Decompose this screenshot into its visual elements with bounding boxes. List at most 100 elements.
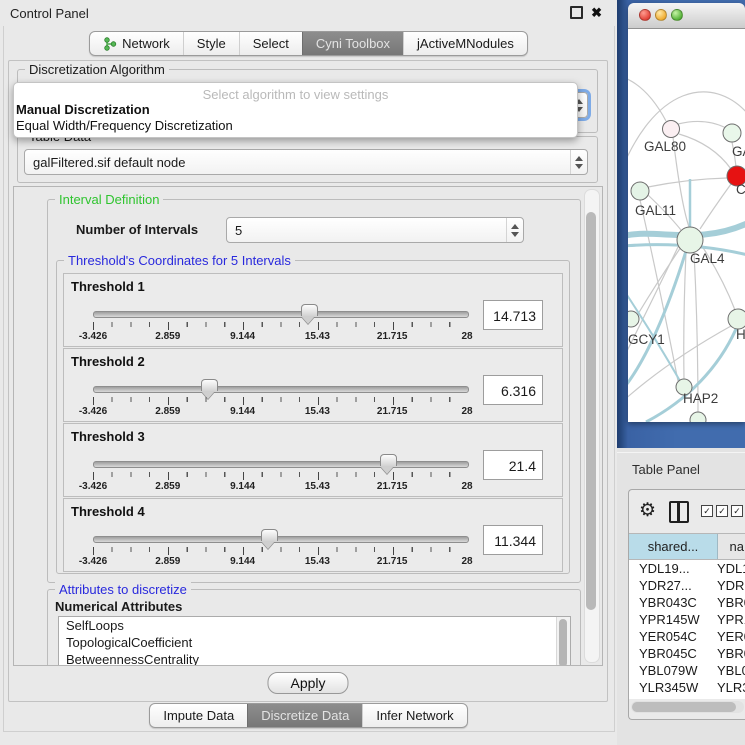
zoom-traffic-light-icon[interactable]: [671, 9, 683, 21]
node-label-gal4: GAL4: [690, 251, 725, 266]
tab-network[interactable]: Network: [90, 32, 183, 55]
list-item[interactable]: TopologicalCoefficient: [59, 634, 570, 651]
apply-button[interactable]: Apply: [267, 672, 348, 694]
network-window-titlebar[interactable]: [628, 3, 745, 29]
gear-icon[interactable]: ⚙: [639, 501, 656, 520]
list-item[interactable]: BetweennessCentrality: [59, 651, 570, 666]
combo-stepper[interactable]: [570, 150, 587, 174]
node-label-partial: C: [736, 182, 745, 197]
tab-impute-data[interactable]: Impute Data: [150, 704, 247, 727]
threshold-value-field[interactable]: 6.316: [483, 375, 543, 405]
node-label-gal80: GAL80: [644, 139, 686, 154]
close-traffic-light-icon[interactable]: [639, 9, 651, 21]
thresholds-group: Threshold's Coordinates for 5 Intervals …: [56, 260, 570, 574]
close-icon[interactable]: ✖: [591, 6, 602, 19]
network-icon: [103, 37, 117, 51]
desktop-background: GAL80 GA C GAL11 GAL4 GCY1 H HAP2: [617, 0, 745, 448]
tab-cyni-toolbox[interactable]: Cyni Toolbox: [302, 32, 403, 55]
table-row[interactable]: YER054CYER0: [629, 628, 745, 645]
threshold-slider[interactable]: -3.4262.859 9.14415.43 21.71528: [93, 383, 467, 417]
tab-style[interactable]: Style: [183, 32, 239, 55]
interval-definition-group: Interval Definition Number of Intervals …: [47, 199, 581, 583]
tab-discretize-data[interactable]: Discretize Data: [247, 704, 362, 727]
node-gal4: [677, 227, 703, 253]
slider-thumb[interactable]: [261, 529, 278, 541]
node-gal80: [663, 121, 680, 138]
threshold-slider[interactable]: -3.4262.859 9.14415.43 21.71528: [93, 533, 467, 567]
node-label-partial: GA: [732, 144, 745, 159]
intervals-value: 5: [227, 223, 506, 238]
group-title: Attributes to discretize: [55, 582, 191, 597]
column-header-name[interactable]: na: [718, 534, 745, 559]
columns-icon[interactable]: [669, 501, 689, 523]
slider-thumb[interactable]: [201, 379, 218, 391]
table-row[interactable]: YDR27...YDR2: [629, 577, 745, 594]
stepper-up-icon: [575, 156, 583, 161]
threshold-value-field[interactable]: 14.713: [483, 300, 543, 330]
threshold-value-field[interactable]: 21.4: [483, 450, 543, 480]
table-panel-title: Table Panel: [632, 462, 700, 477]
algorithm-dropdown-popup: Select algorithm to view settings Manual…: [13, 82, 578, 138]
threshold-row: Threshold 4 -3.4262.859 9.14415.43 21.71…: [63, 498, 563, 572]
slider-track[interactable]: [93, 311, 469, 318]
control-panel: Control Panel ✖ Network Style Select Cyn…: [0, 0, 617, 745]
scrollbar-thumb[interactable]: [632, 702, 736, 712]
tab-select[interactable]: Select: [239, 32, 302, 55]
settings-scrollpane: Interval Definition Number of Intervals …: [13, 186, 603, 666]
table-row[interactable]: YLR345WYLR3: [629, 679, 745, 696]
float-window-icon[interactable]: [570, 6, 583, 19]
control-panel-titlebar: Control Panel ✖: [0, 0, 617, 26]
slider-thumb[interactable]: [380, 454, 397, 466]
table-data-group: Table Data galFiltered.sif default node: [17, 136, 598, 183]
stepper-up-icon: [511, 224, 519, 229]
threshold-slider[interactable]: -3.4262.859 9.14415.43 21.71528: [93, 458, 467, 492]
slider-track[interactable]: [93, 386, 469, 393]
table-data-value: galFiltered.sif default node: [25, 155, 570, 170]
node-label-hap2: HAP2: [683, 391, 718, 406]
numerical-attributes-list: SelfLoops TopologicalCoefficient Between…: [58, 616, 571, 666]
checkbox-icon[interactable]: ✓: [716, 505, 728, 517]
popup-option-equal-width-frequency[interactable]: Equal Width/Frequency Discretization: [16, 118, 573, 133]
checkbox-icon[interactable]: ✓: [701, 505, 713, 517]
tab-infer-network[interactable]: Infer Network: [362, 704, 466, 727]
table-panel-header: Table Panel: [617, 452, 745, 485]
tab-jactivemnodules[interactable]: jActiveMNodules: [403, 32, 527, 55]
table-row[interactable]: YIL052CYIL0: [629, 696, 745, 699]
table-toolbar: ⚙ ✓ ✓ ✓: [629, 490, 745, 533]
table-row[interactable]: YDL19...YDL1: [629, 560, 745, 577]
slider-track[interactable]: [93, 536, 469, 543]
threshold-value-field[interactable]: 11.344: [483, 525, 543, 555]
number-of-intervals-spinner[interactable]: 5: [226, 217, 524, 243]
panel-title: Control Panel: [10, 6, 89, 21]
node-label-gal11: GAL11: [635, 203, 676, 218]
settings-vertical-scrollbar[interactable]: [584, 189, 600, 663]
minimize-traffic-light-icon[interactable]: [655, 9, 667, 21]
numerical-attributes-label: Numerical Attributes: [55, 599, 182, 614]
list-item[interactable]: SelfLoops: [59, 617, 570, 634]
node-label-partial: H: [736, 327, 745, 342]
network-view-window: GAL80 GA C GAL11 GAL4 GCY1 H HAP2: [628, 3, 745, 422]
table-row[interactable]: YBL079WYBL0: [629, 662, 745, 679]
column-header-shared-name[interactable]: shared...: [629, 534, 718, 559]
slider-track[interactable]: [93, 461, 469, 468]
node: [723, 124, 741, 142]
list-scrollbar[interactable]: [556, 617, 570, 666]
checkbox-icon[interactable]: ✓: [731, 505, 743, 517]
table-row[interactable]: YPR145WYPR1: [629, 611, 745, 628]
table-horizontal-scrollbar[interactable]: [631, 701, 744, 713]
threshold-row: Threshold 2 -3.4262.859 9.14415.43 21.71…: [63, 348, 563, 422]
scrollbar-thumb[interactable]: [586, 212, 596, 610]
node-label-gcy1: GCY1: [628, 332, 665, 347]
threshold-row: Threshold 3 -3.4262.859 9.14415.43 21.71…: [63, 423, 563, 497]
attributes-group: Attributes to discretize Numerical Attri…: [47, 589, 581, 666]
threshold-slider[interactable]: -3.4262.859 9.14415.43 21.71528: [93, 308, 467, 342]
node: [690, 412, 706, 422]
table-row[interactable]: YBR045CYBR0: [629, 645, 745, 662]
network-canvas[interactable]: GAL80 GA C GAL11 GAL4 GCY1 H HAP2: [628, 29, 745, 422]
table-data-combobox[interactable]: galFiltered.sif default node: [24, 149, 588, 175]
table-row[interactable]: YBR043CYBR0: [629, 594, 745, 611]
spinner-stepper[interactable]: [506, 218, 523, 242]
top-tab-bar: Network Style Select Cyni Toolbox jActiv…: [0, 31, 617, 56]
popup-option-manual-discretization[interactable]: Manual Discretization: [16, 102, 573, 117]
slider-thumb[interactable]: [301, 304, 318, 316]
